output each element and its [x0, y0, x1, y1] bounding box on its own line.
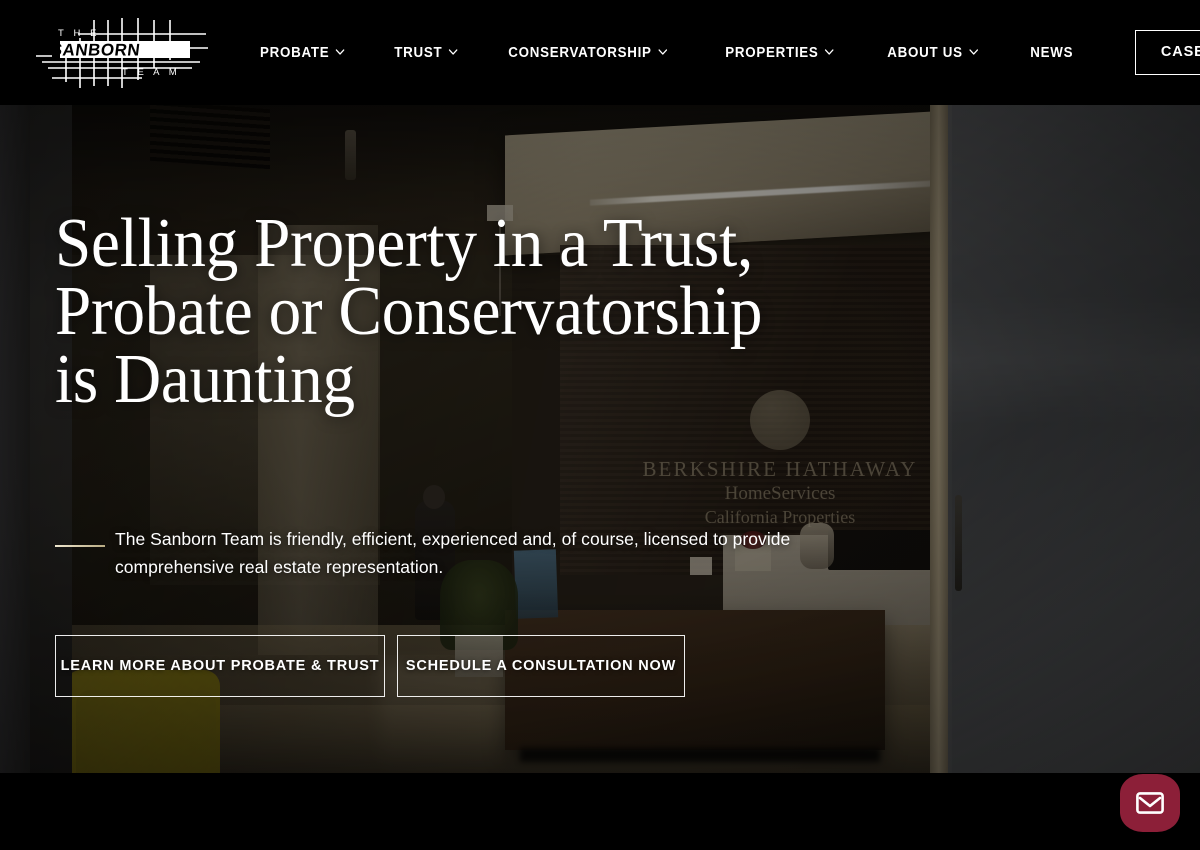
schedule-consultation-button[interactable]: SCHEDULE A CONSULTATION NOW: [397, 635, 685, 697]
nav-item-label: PROPERTIES: [724, 44, 819, 61]
primary-navigation: PROBATE TRUST CONSERVATORSHIP PROPERTIES: [260, 30, 1200, 75]
site-header: T H E SANBORN T E A M PROBATE TRUST CONS…: [0, 0, 1200, 105]
svg-text:SANBORN: SANBORN: [50, 40, 142, 59]
chevron-down-icon: [658, 47, 667, 57]
nav-item-about-us[interactable]: ABOUT US: [867, 45, 999, 61]
nav-item-trust[interactable]: TRUST: [374, 45, 478, 61]
chevron-down-icon: [969, 47, 979, 57]
nav-item-properties[interactable]: PROPERTIES: [705, 45, 854, 61]
nav-item-conservatorship[interactable]: CONSERVATORSHIP: [488, 45, 688, 61]
contact-chat-button[interactable]: [1120, 774, 1180, 832]
sanborn-grid-logo-icon: T H E SANBORN T E A M: [36, 17, 208, 88]
nav-item-label: TRUST: [394, 44, 443, 61]
hero-content: Selling Property in a Trust, Probate or …: [0, 105, 1200, 773]
bottom-band: [0, 773, 1200, 850]
headline-line-3: is Daunting: [55, 340, 355, 418]
nav-item-label: ABOUT US: [887, 44, 963, 61]
page-root: T H E SANBORN T E A M PROBATE TRUST CONS…: [0, 0, 1200, 850]
headline-line-1: Selling Property in a Trust,: [55, 205, 754, 282]
svg-text:T H E: T H E: [58, 28, 100, 39]
svg-text:T E A M: T E A M: [122, 67, 180, 78]
envelope-icon: [1136, 792, 1164, 814]
chevron-down-icon: [336, 47, 345, 57]
page-title: Selling Property in a Trust, Probate or …: [55, 205, 763, 418]
case-studies-button[interactable]: CASE STUDIES: [1134, 30, 1200, 75]
chevron-down-icon: [449, 47, 459, 57]
nav-item-probate[interactable]: PROBATE: [260, 45, 365, 61]
nav-item-label: CONSERVATORSHIP: [507, 44, 652, 61]
chevron-down-icon: [824, 47, 834, 57]
site-logo[interactable]: T H E SANBORN T E A M: [22, 8, 222, 98]
headline-line-2: Probate or Conservatorship: [55, 272, 763, 350]
hero-subheading: The Sanborn Team is friendly, efficient,…: [115, 529, 791, 578]
nav-item-news[interactable]: NEWS: [1010, 45, 1093, 61]
accent-divider: [55, 545, 105, 547]
nav-item-label: NEWS: [1030, 44, 1074, 61]
learn-more-probate-trust-button[interactable]: LEARN MORE ABOUT PROBATE & TRUST: [55, 635, 385, 697]
hero-button-row: LEARN MORE ABOUT PROBATE & TRUST SCHEDUL…: [55, 635, 685, 697]
nav-item-label: PROBATE: [260, 44, 330, 61]
